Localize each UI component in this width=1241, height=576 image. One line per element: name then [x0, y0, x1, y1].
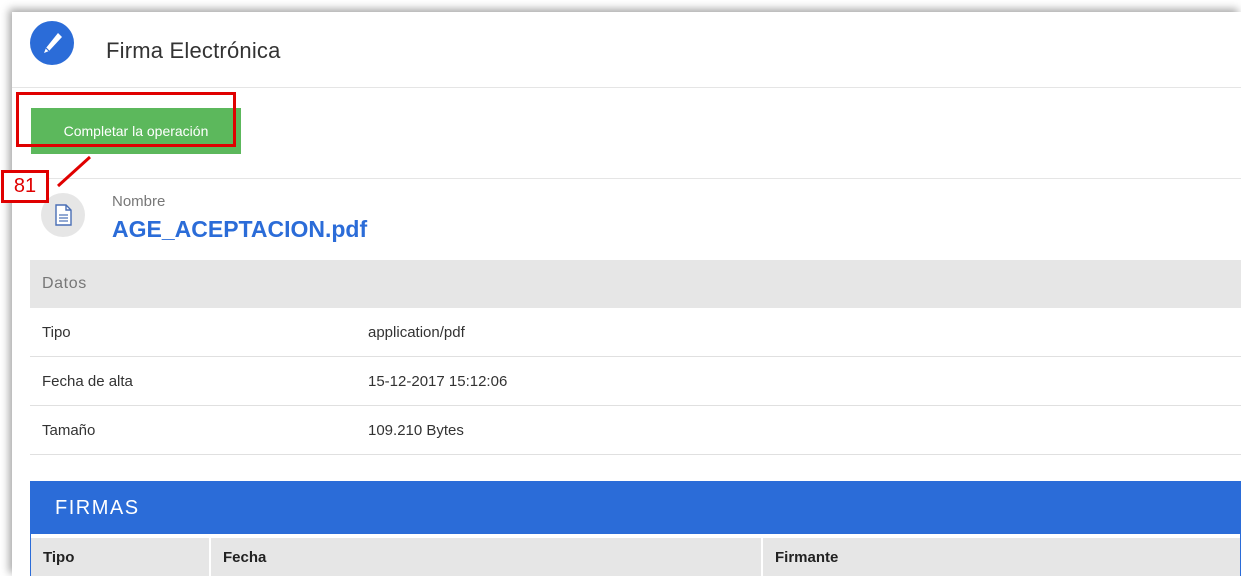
- data-row-tamano: Tamaño 109.210 Bytes: [30, 406, 1241, 455]
- datos-section-header: Datos: [30, 260, 1241, 308]
- data-key: Fecha de alta: [42, 373, 133, 390]
- data-key: Tamaño: [42, 422, 96, 439]
- page-title: Firma Electrónica: [106, 38, 281, 63]
- column-header-firmante[interactable]: Firmante: [763, 538, 1241, 576]
- column-header-tipo[interactable]: Tipo: [31, 538, 211, 576]
- annotation-highlight-box: [16, 92, 236, 147]
- column-header-fecha[interactable]: Fecha: [211, 538, 763, 576]
- file-name: AGE_ACEPTACION.pdf: [112, 216, 368, 242]
- file-card: Nombre AGE_ACEPTACION.pdf: [30, 178, 1241, 260]
- page-header: Firma Electrónica: [12, 12, 1241, 88]
- data-key: Tipo: [42, 324, 71, 341]
- data-value: 109.210 Bytes: [368, 422, 464, 439]
- data-value: 15-12-2017 15:12:06: [368, 373, 508, 390]
- firmas-header: FIRMAS: [31, 482, 1240, 534]
- pen-icon: [30, 21, 74, 65]
- firmas-table-header: Tipo Fecha Firmante: [31, 538, 1240, 576]
- data-value: application/pdf: [368, 324, 465, 341]
- data-row-tipo: Tipo application/pdf: [30, 308, 1241, 357]
- data-row-fecha-alta: Fecha de alta 15-12-2017 15:12:06: [30, 357, 1241, 406]
- file-name-label: Nombre: [112, 193, 166, 210]
- firmas-panel: FIRMAS Tipo Fecha Firmante: [30, 481, 1241, 576]
- annotation-number: 81: [1, 170, 49, 203]
